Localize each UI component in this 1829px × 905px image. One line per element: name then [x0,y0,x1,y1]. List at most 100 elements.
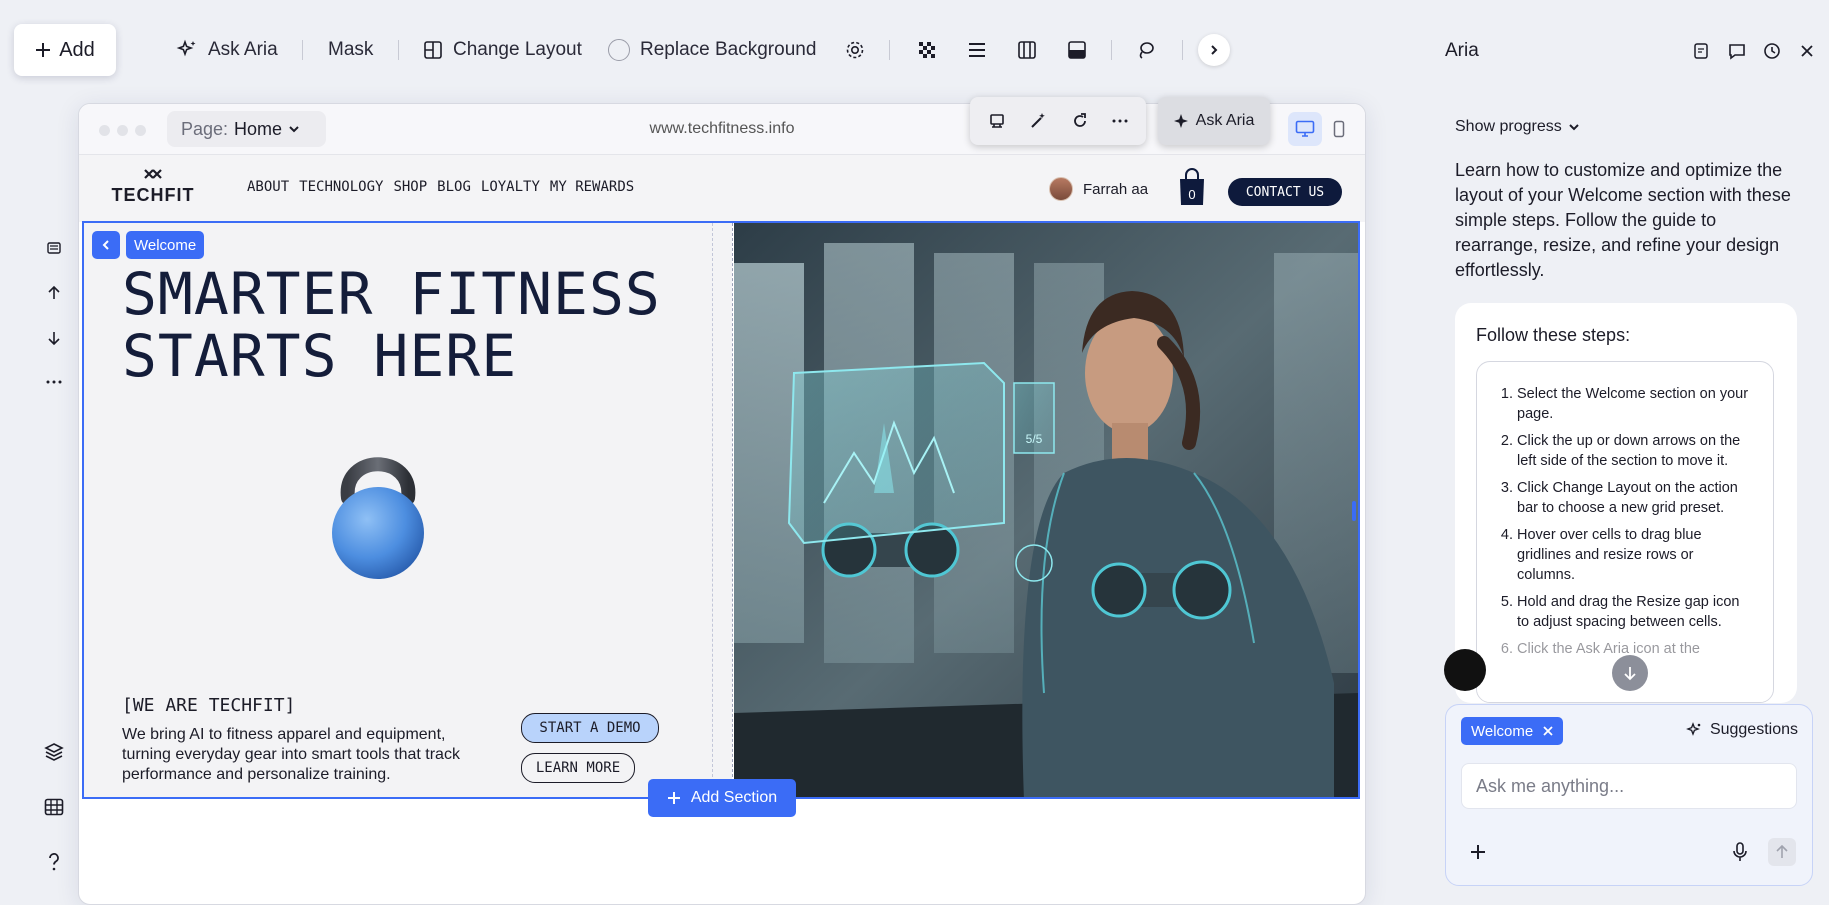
more-tools-button[interactable] [1198,34,1230,66]
step-item: Hold and drag the Resize gap icon to adj… [1517,592,1755,632]
add-section-button[interactable]: Add Section [648,779,796,817]
magic-wand-icon[interactable] [1029,112,1047,130]
transparency-grid-icon[interactable] [914,37,940,63]
section-name-tag[interactable]: Welcome [126,231,205,259]
steps-card: Follow these steps: Select the Welcome s… [1455,303,1797,703]
chevron-left-icon [102,240,109,250]
toolbar-divider [302,40,303,60]
show-progress-toggle[interactable]: Show progress [1455,118,1580,136]
more-options-icon[interactable] [42,370,66,394]
shopping-bag-icon[interactable]: 0 [1177,167,1207,207]
move-up-arrow-icon[interactable] [42,281,66,305]
more-icon[interactable] [1112,119,1128,123]
welcome-section[interactable]: Welcome SMARTER FITNESS STARTS HERE [WE … [82,221,1360,799]
settings-gear-icon[interactable] [842,37,868,63]
attach-plus-icon[interactable] [1466,840,1490,864]
arrow-up-icon [1776,845,1788,858]
image-frame-icon[interactable] [1064,37,1090,63]
desktop-view-icon[interactable] [1288,112,1322,146]
nav-loyalty[interactable]: LOYALTY [481,179,540,195]
user-account[interactable]: Farrah aa [1049,177,1148,201]
plus-icon [667,792,680,804]
move-down-arrow-icon[interactable] [42,326,66,350]
change-layout-label: Change Layout [453,39,582,60]
holo-readout: 5/5 [1026,432,1043,446]
mobile-view-icon[interactable] [1322,112,1356,146]
hero-image[interactable]: 5/5 [734,223,1358,797]
chevron-down-icon [1569,124,1579,131]
chat-bubble-icon[interactable] [1726,40,1748,62]
suggestions-label: Suggestions [1709,721,1798,738]
add-button-label: Add [59,38,95,61]
start-demo-button[interactable]: START A DEMO [521,713,659,743]
cart-count: 0 [1188,187,1195,202]
logo-text: TECHFIT [112,185,195,205]
microphone-icon[interactable] [1728,840,1752,864]
device-toggle [1288,112,1356,146]
image-ask-aria-label: Ask Aria [1195,112,1255,129]
change-layout-button[interactable]: Change Layout [423,33,582,67]
scroll-down-button[interactable] [1612,655,1648,691]
layers-icon[interactable] [42,740,66,764]
mask-button[interactable]: Mask [328,33,373,67]
step-item: Click Change Layout on the action bar to… [1517,478,1755,518]
image-action-bar [970,97,1146,145]
step-item: Select the Welcome section on your page. [1517,384,1755,424]
sparkle-icon [1173,114,1188,128]
toolbar-divider [1182,40,1183,60]
suggestions-button[interactable]: Suggestions [1686,721,1798,739]
toolbar-divider [1111,40,1112,60]
hero-description[interactable]: We bring AI to fitness apparel and equip… [122,725,482,785]
step-item: Hover over cells to drag blue gridlines … [1517,525,1755,585]
panel-title: Aria [1445,40,1479,61]
columns-icon[interactable] [1014,37,1040,63]
plus-icon [36,43,51,57]
nav-technology[interactable]: TECHNOLOGY [299,179,383,195]
chevron-right-icon [1211,45,1218,55]
help-question-icon[interactable] [42,850,66,874]
techfit-logo[interactable]: TECHFIT [103,167,203,209]
send-button[interactable] [1768,838,1796,866]
site-header: TECHFIT ABOUT TECHNOLOGY SHOP BLOG LOYAL… [79,155,1365,222]
replace-background-toggle-icon [608,39,630,61]
steps-list-box[interactable]: Select the Welcome section on your page.… [1476,361,1774,703]
learn-more-button[interactable]: LEARN MORE [521,753,635,783]
regenerate-icon[interactable] [1071,112,1089,130]
aria-intro-message: Learn how to customize and optimize the … [1455,160,1791,280]
add-section-label: Add Section [690,789,778,806]
context-tag[interactable]: Welcome [1461,717,1564,745]
table-grid-icon[interactable] [42,795,66,819]
remove-tag-icon[interactable] [1543,726,1553,736]
grid-guide-line [712,223,713,797]
crop-icon[interactable] [988,112,1006,130]
lasso-icon[interactable] [1133,37,1159,63]
chat-input[interactable] [1461,763,1797,809]
ask-aria-label: Ask Aria [208,39,278,60]
resize-handle[interactable] [1352,501,1356,521]
step-item: Click the up or down arrows on the left … [1517,431,1755,471]
close-icon[interactable] [1796,40,1818,62]
nav-my-rewards[interactable]: MY REWARDS [550,179,634,195]
section-back-button[interactable] [92,231,120,259]
ask-aria-button[interactable]: Ask Aria [176,33,278,67]
nav-about[interactable]: ABOUT [247,179,289,195]
contact-us-button[interactable]: CONTACT US [1228,178,1342,206]
image-ask-aria-button[interactable]: Ask Aria [1158,97,1270,145]
user-name: Farrah aa [1083,180,1149,198]
nav-shop[interactable]: SHOP [393,179,427,195]
kettlebell-image[interactable] [326,443,430,583]
headline-line-2: STARTS HERE [122,322,518,390]
document-icon[interactable] [1690,40,1712,62]
context-tag-label: Welcome [1471,722,1534,740]
replace-background-button[interactable]: Replace Background [608,33,816,67]
hero-subheading[interactable]: [WE ARE TECHFIT] [122,695,295,716]
layout-grid-icon [424,41,442,59]
steps-heading: Follow these steps: [1476,325,1631,345]
mask-label: Mask [328,39,374,60]
hero-headline[interactable]: SMARTER FITNESS STARTS HERE [122,263,661,387]
align-lines-icon[interactable] [964,37,990,63]
section-list-icon[interactable] [42,236,66,260]
history-clock-icon[interactable] [1761,40,1783,62]
nav-blog[interactable]: BLOG [437,179,471,195]
add-button[interactable]: Add [14,24,116,76]
